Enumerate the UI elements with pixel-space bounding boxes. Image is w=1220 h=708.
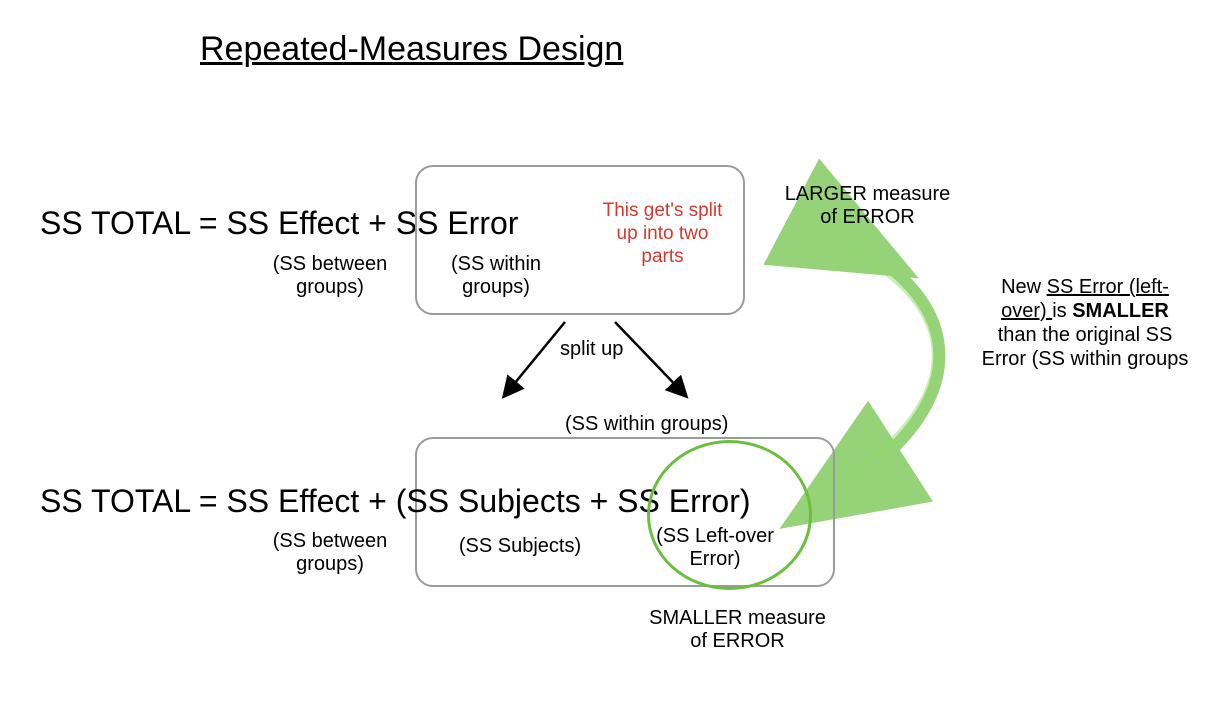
green-circle-leftover bbox=[647, 440, 812, 590]
eq2-between-note: (SS between groups) bbox=[265, 530, 395, 576]
eq2-subjects-note: (SS Subjects) bbox=[450, 535, 590, 558]
equation-2: SS TOTAL = SS Effect + (SS Subjects + SS… bbox=[40, 483, 751, 520]
sp-bold: SMALLER bbox=[1072, 300, 1169, 322]
sp-part1: New bbox=[1001, 276, 1047, 298]
split-up-label: split up bbox=[560, 338, 623, 361]
eq1-between-note: (SS between groups) bbox=[265, 253, 395, 299]
eq2-within-note: (SS within groups) bbox=[565, 413, 728, 436]
sp-part3: than the original SS Error (SS within gr… bbox=[982, 324, 1189, 370]
side-explanation: New SS Error (left-over) is SMALLER than… bbox=[980, 275, 1190, 371]
red-split-note: This get's split up into two parts bbox=[595, 200, 730, 268]
diagram-title: Repeated-Measures Design bbox=[200, 30, 623, 69]
smaller-measure-label: SMALLER measure of ERROR bbox=[640, 607, 835, 653]
sp-part2: is bbox=[1052, 300, 1072, 322]
larger-measure-label: LARGER measure of ERROR bbox=[780, 183, 955, 229]
